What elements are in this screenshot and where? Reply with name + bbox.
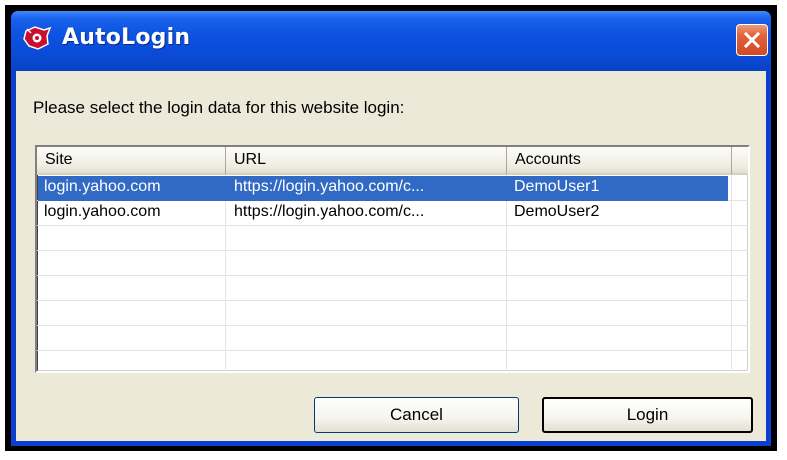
list-row-demouser1[interactable]: login.yahoo.com https://login.yahoo.com/… xyxy=(38,176,728,201)
login-button[interactable]: Login xyxy=(542,397,753,433)
cell-site: login.yahoo.com xyxy=(44,178,161,195)
list-row-demouser2[interactable]: login.yahoo.com https://login.yahoo.com/… xyxy=(38,201,728,226)
column-header-site[interactable]: Site xyxy=(37,147,226,175)
autologin-dialog: AutoLogin Please select the login data f… xyxy=(11,11,771,446)
grid-line xyxy=(37,350,748,351)
cell-account: DemoUser2 xyxy=(514,203,600,220)
autologin-icon xyxy=(23,26,52,50)
list-header: Site URL Accounts xyxy=(37,147,748,175)
cell-url: https://login.yahoo.com/c... xyxy=(234,203,425,220)
close-button[interactable] xyxy=(736,24,768,56)
cell-site: login.yahoo.com xyxy=(44,203,161,220)
grid-line xyxy=(37,300,748,301)
grid-line xyxy=(37,275,748,276)
cancel-button[interactable]: Cancel xyxy=(314,397,519,433)
title-bar[interactable]: AutoLogin xyxy=(11,11,771,71)
column-header-filler xyxy=(732,147,748,175)
login-data-list[interactable]: Site URL Accounts login.yahoo.com https:… xyxy=(35,145,750,373)
cell-account: DemoUser1 xyxy=(514,178,600,195)
dialog-body: Please select the login data for this we… xyxy=(16,71,766,441)
instruction-label: Please select the login data for this we… xyxy=(33,98,405,117)
close-icon xyxy=(743,31,761,49)
grid-line xyxy=(731,175,732,371)
grid-line xyxy=(37,250,748,251)
grid-line xyxy=(37,325,748,326)
column-header-url[interactable]: URL xyxy=(226,147,507,175)
cell-url: https://login.yahoo.com/c... xyxy=(234,178,425,195)
window-title: AutoLogin xyxy=(62,25,191,50)
column-header-accounts[interactable]: Accounts xyxy=(507,147,732,175)
